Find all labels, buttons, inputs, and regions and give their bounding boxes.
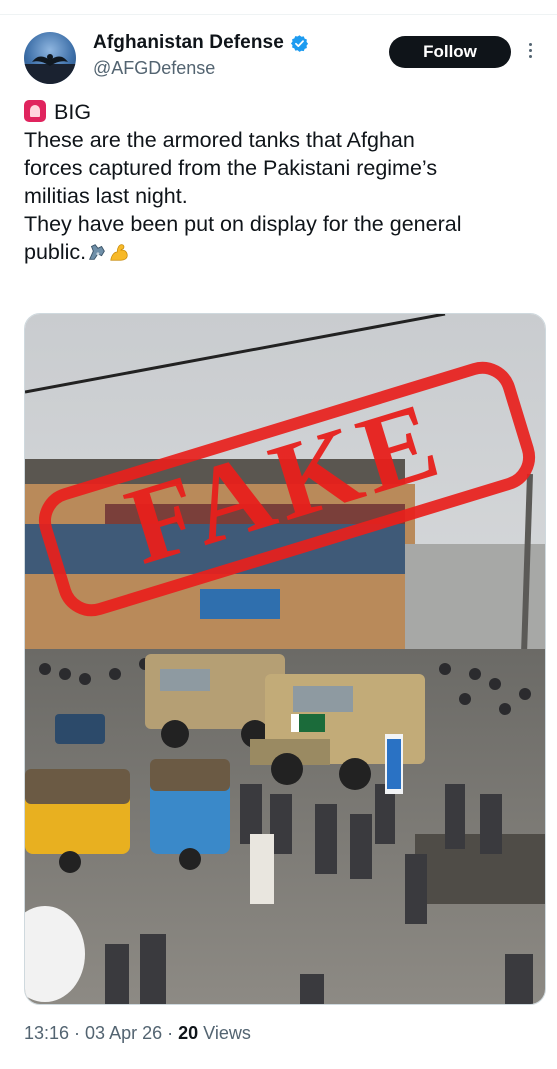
flexed-biceps-icon — [110, 244, 128, 261]
tweet-line-2: These are the armored tanks that Afghan — [24, 128, 415, 152]
mechanical-arm-icon — [89, 244, 106, 260]
views-count: 20 — [178, 1023, 199, 1043]
tweet-timestamp[interactable]: 13:16 · 03 Apr 26 · 20 Views — [24, 1023, 251, 1044]
more-vertical-icon[interactable] — [526, 40, 534, 64]
fake-stamp-text: FAKE — [113, 377, 456, 588]
eagle-emblem-icon — [24, 54, 76, 84]
top-divider — [0, 14, 557, 15]
tweet-line-5: They have been put on display for the ge… — [24, 212, 462, 236]
tweet-line-6: public. — [24, 238, 549, 266]
rotating-light-icon — [24, 100, 46, 122]
author-handle[interactable]: @AFGDefense — [93, 58, 215, 79]
tweet-media-photo[interactable]: FAKE — [24, 313, 546, 1005]
verified-badge-icon — [290, 34, 308, 52]
tweet-text: BIG These are the armored tanks that Afg… — [24, 98, 549, 266]
fake-stamp: FAKE — [113, 377, 456, 588]
tweet-line-1: BIG — [24, 98, 549, 126]
tweet-line-4: militias last night. — [24, 184, 188, 208]
author-name-row: Afghanistan Defense — [93, 32, 309, 54]
follow-button[interactable]: Follow — [389, 36, 511, 68]
tweet-line-3: forces captured from the Pakistani regim… — [24, 156, 438, 180]
author-display-name[interactable]: Afghanistan Defense — [93, 32, 284, 54]
avatar[interactable] — [24, 32, 76, 84]
